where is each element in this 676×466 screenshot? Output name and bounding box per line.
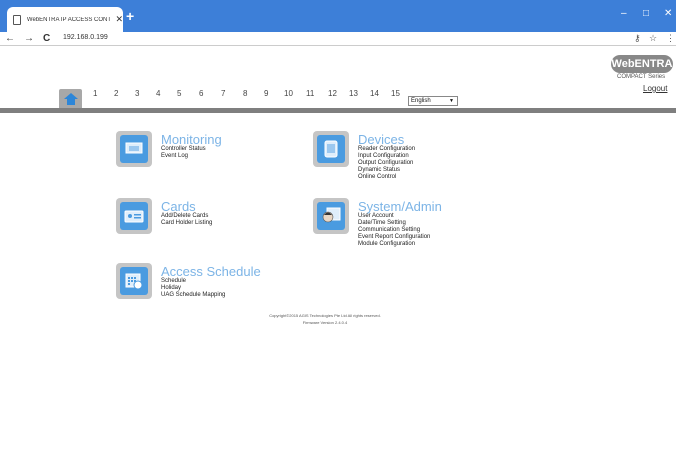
home-icon bbox=[63, 93, 78, 105]
brand-subtitle: COMPACT Series bbox=[617, 74, 666, 80]
browser-tab-bar: WebENTRA IP ACCESS CONTROL ✕ + – □ ✕ bbox=[0, 0, 676, 32]
menu-link-reader-configuration[interactable]: Reader Configuration bbox=[358, 146, 415, 152]
monitoring-icon[interactable] bbox=[116, 131, 152, 167]
menu-link-holiday[interactable]: Holiday bbox=[161, 285, 181, 291]
chevron-down-icon: ▼ bbox=[449, 98, 454, 104]
cards-title[interactable]: Cards bbox=[161, 200, 196, 213]
cards-icon[interactable] bbox=[116, 198, 152, 234]
tab-5[interactable]: 5 bbox=[177, 89, 181, 98]
maximize-icon[interactable]: □ bbox=[643, 8, 649, 19]
menu-link-card-holder-listing[interactable]: Card Holder Listing bbox=[161, 220, 212, 226]
menu-link-module-configuration[interactable]: Module Configuration bbox=[358, 241, 415, 247]
tab-10[interactable]: 10 bbox=[284, 89, 293, 98]
tab-3[interactable]: 3 bbox=[135, 89, 139, 98]
tab-home[interactable] bbox=[59, 89, 82, 109]
tab-12[interactable]: 12 bbox=[328, 89, 337, 98]
menu-link-output-configuration[interactable]: Output Configuration bbox=[358, 160, 413, 166]
address-bar: ← → C 192.168.0.199 ⚷ ☆ ⋮ bbox=[0, 32, 676, 46]
tab-11[interactable]: 11 bbox=[306, 89, 314, 98]
brand-logo: WebENTRA bbox=[611, 55, 673, 73]
firmware-version: Firmware Version 2.4.0.4 bbox=[302, 320, 348, 325]
menu-link-event-report-configuration[interactable]: Event Report Configuration bbox=[358, 234, 430, 240]
logout-link[interactable]: Logout bbox=[643, 84, 667, 93]
menu-link-communication-setting[interactable]: Communication Setting bbox=[358, 227, 420, 233]
close-window-icon[interactable]: ✕ bbox=[664, 8, 672, 19]
copyright-text: Copyright©2015 AGIS Technologies Pte Ltd… bbox=[269, 313, 381, 318]
tab-9[interactable]: 9 bbox=[264, 89, 268, 98]
menu-icon[interactable]: ⋮ bbox=[666, 33, 675, 44]
tab-1[interactable]: 1 bbox=[93, 89, 97, 98]
menu-link-uag-schedule-mapping[interactable]: UAG Schedule Mapping bbox=[161, 292, 225, 298]
menu-link-user-account[interactable]: User Account bbox=[358, 213, 394, 219]
menu-link-add-delete-cards[interactable]: Add/Delete Cards bbox=[161, 213, 208, 219]
minimize-icon[interactable]: – bbox=[621, 8, 627, 19]
menu-link-schedule[interactable]: Schedule bbox=[161, 278, 186, 284]
browser-tab[interactable]: WebENTRA IP ACCESS CONTROL ✕ bbox=[7, 7, 123, 32]
tab-7[interactable]: 7 bbox=[221, 89, 225, 98]
star-icon[interactable]: ☆ bbox=[649, 33, 657, 44]
access-schedule-title[interactable]: Access Schedule bbox=[161, 265, 261, 278]
tab-2[interactable]: 2 bbox=[114, 89, 118, 98]
forward-icon[interactable]: → bbox=[24, 33, 34, 44]
new-tab-icon[interactable]: + bbox=[126, 9, 134, 23]
close-tab-icon[interactable]: ✕ bbox=[115, 14, 123, 25]
tab-4[interactable]: 4 bbox=[156, 89, 160, 98]
menu-link-input-configuration[interactable]: Input Configuration bbox=[358, 153, 409, 159]
tab-8[interactable]: 8 bbox=[243, 89, 247, 98]
url-field[interactable]: 192.168.0.199 bbox=[63, 34, 108, 41]
system-admin-title[interactable]: System/Admin bbox=[358, 200, 442, 213]
menu-link-controller-status[interactable]: Controller Status bbox=[161, 146, 206, 152]
language-select[interactable]: English ▼ bbox=[408, 96, 458, 106]
tab-14[interactable]: 14 bbox=[370, 89, 379, 98]
language-selected: English bbox=[411, 98, 431, 104]
menu-link-online-control[interactable]: Online Control bbox=[358, 174, 396, 180]
devices-icon[interactable] bbox=[313, 131, 349, 167]
page-icon bbox=[13, 14, 21, 25]
menu-link-date-time-setting[interactable]: Date/Time Setting bbox=[358, 220, 406, 226]
reload-icon[interactable]: C bbox=[43, 33, 50, 44]
tab-15[interactable]: 15 bbox=[391, 89, 400, 98]
key-icon[interactable]: ⚷ bbox=[634, 33, 641, 44]
menu-link-event-log[interactable]: Event Log bbox=[161, 153, 188, 159]
menu-link-dynamic-status[interactable]: Dynamic Status bbox=[358, 167, 400, 173]
tab-6[interactable]: 6 bbox=[199, 89, 203, 98]
monitoring-title[interactable]: Monitoring bbox=[161, 133, 222, 146]
tab-13[interactable]: 13 bbox=[349, 89, 358, 98]
system-admin-icon[interactable] bbox=[313, 198, 349, 234]
access-schedule-icon[interactable] bbox=[116, 263, 152, 299]
devices-title[interactable]: Devices bbox=[358, 133, 404, 146]
header-divider bbox=[0, 108, 676, 113]
back-icon[interactable]: ← bbox=[5, 33, 15, 44]
tab-title: WebENTRA IP ACCESS CONTROL bbox=[26, 16, 112, 23]
